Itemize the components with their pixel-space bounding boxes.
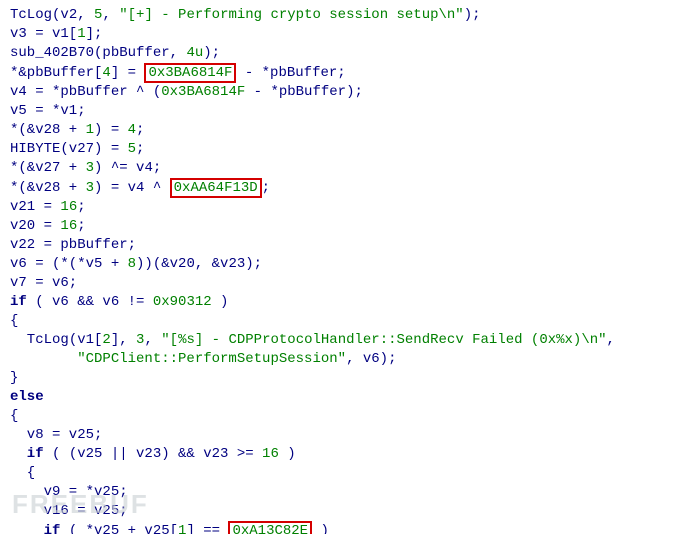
log-string: "[%s] - CDPProtocolHandler::SendRecv Fai… — [161, 332, 606, 348]
fn-tclog: TcLog — [10, 332, 69, 348]
keyword-if: if — [10, 523, 60, 534]
brace-open: { — [10, 408, 18, 424]
brace-open: { — [10, 465, 35, 481]
fn-sub: sub_402B70 — [10, 45, 94, 61]
decompiled-code-block: TcLog(v2, 5, "[+] - Performing crypto se… — [0, 0, 690, 534]
stmt: v9 = *v25; — [10, 484, 128, 500]
highlight-constant-1: 0x3BA6814F — [144, 63, 236, 83]
keyword-else: else — [10, 389, 44, 405]
highlight-constant-3: 0xA13C82E — [228, 521, 312, 534]
stmt: v3 = v1[ — [10, 26, 77, 42]
highlight-constant-2: 0xAA64F13D — [170, 178, 262, 198]
keyword-if: if — [10, 294, 27, 310]
keyword-if: if — [10, 446, 44, 462]
brace-close: } — [10, 370, 18, 386]
stmt: v16 = v25; — [10, 503, 128, 519]
stmt: v22 = pbBuffer; — [10, 237, 136, 253]
stmt: v5 = *v1; — [10, 103, 86, 119]
stmt: v7 = v6; — [10, 275, 77, 291]
log-string: "CDPClient::PerformSetupSession" — [10, 351, 346, 367]
log-string: "[+] - Performing crypto session setup\n… — [119, 7, 463, 23]
brace-open: { — [10, 313, 18, 329]
fn-tclog: TcLog — [10, 7, 52, 23]
stmt: v8 = v25; — [10, 427, 102, 443]
